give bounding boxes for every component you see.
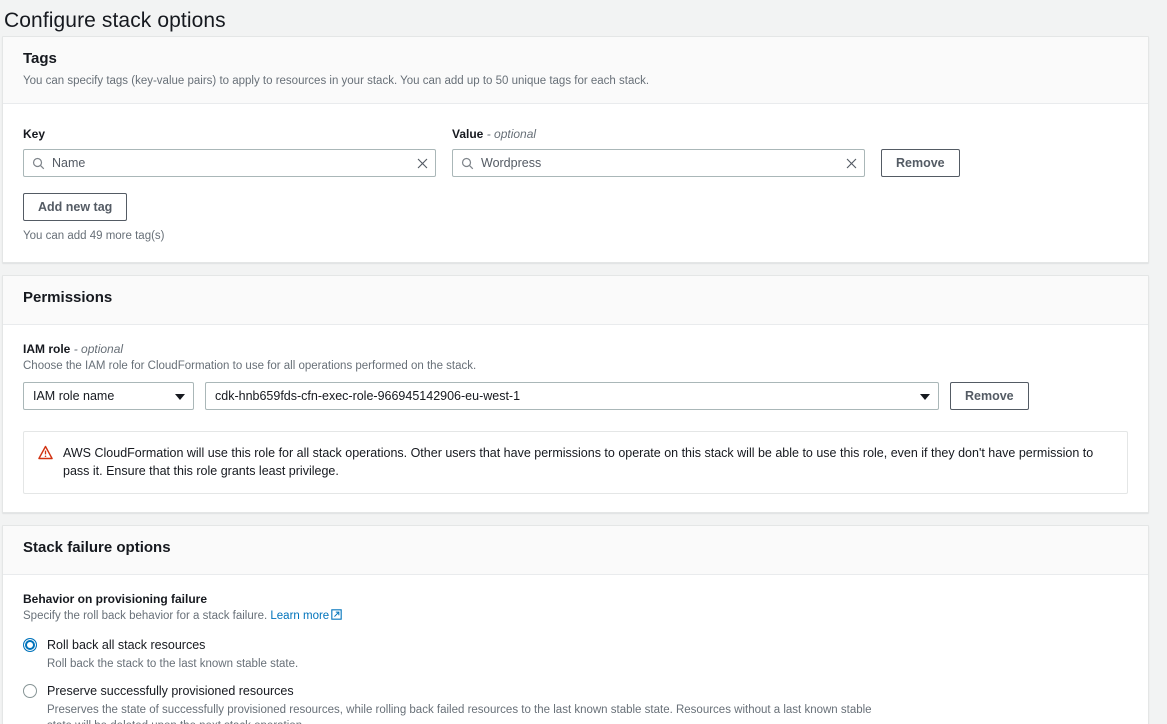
iam-role-optional: - optional bbox=[74, 342, 123, 356]
tags-title: Tags bbox=[23, 49, 1128, 69]
iam-role-warning-alert: AWS CloudFormation will use this role fo… bbox=[23, 431, 1128, 494]
stack-failure-options-panel: Stack failure options Behavior on provis… bbox=[2, 525, 1149, 724]
close-icon[interactable] bbox=[416, 157, 429, 170]
tag-value-optional: - optional bbox=[487, 127, 536, 141]
iam-role-remove-button[interactable]: Remove bbox=[950, 382, 1029, 410]
chevron-down-icon bbox=[920, 394, 930, 400]
behavior-description-text: Specify the roll back behavior for a sta… bbox=[23, 610, 267, 622]
tag-key-value: Name bbox=[52, 155, 410, 171]
iam-role-type-value: IAM role name bbox=[33, 389, 114, 403]
radio-option-preserve-resources[interactable]: Preserve successfully provisioned resour… bbox=[23, 683, 1128, 724]
tag-row: Key Name Val bbox=[23, 126, 1128, 177]
permissions-panel-body: IAM role - optional Choose the IAM role … bbox=[3, 325, 1148, 512]
iam-role-name-select[interactable]: cdk-hnb659fds-cfn-exec-role-966945142906… bbox=[205, 382, 939, 410]
radio-description: Roll back the stack to the last known st… bbox=[47, 656, 298, 672]
stack-failure-title: Stack failure options bbox=[23, 538, 1128, 558]
permissions-title: Permissions bbox=[23, 288, 1128, 308]
behavior-description: Specify the roll back behavior for a sta… bbox=[23, 608, 1128, 624]
tags-panel-header: Tags You can specify tags (key-value pai… bbox=[3, 37, 1148, 104]
tag-remove-wrap: Remove bbox=[881, 142, 960, 177]
radio-option-rollback-all-content: Roll back all stack resources Roll back … bbox=[47, 637, 298, 672]
iam-role-label-text: IAM role bbox=[23, 342, 70, 356]
warning-triangle-icon bbox=[38, 445, 53, 460]
tag-value-field: Value - optional Wordpress bbox=[452, 126, 865, 177]
tag-key-label: Key bbox=[23, 126, 436, 142]
search-icon bbox=[32, 157, 45, 170]
iam-role-type-select[interactable]: IAM role name bbox=[23, 382, 194, 410]
tags-remaining-hint: You can add 49 more tag(s) bbox=[23, 228, 1128, 244]
tag-key-field: Key Name bbox=[23, 126, 436, 177]
iam-role-warning-text: AWS CloudFormation will use this role fo… bbox=[63, 444, 1113, 480]
permissions-panel-header: Permissions bbox=[3, 276, 1148, 325]
configure-stack-options-page: Configure stack options Tags You can spe… bbox=[0, 0, 1167, 724]
iam-role-name-value: cdk-hnb659fds-cfn-exec-role-966945142906… bbox=[215, 389, 520, 403]
permissions-panel: Permissions IAM role - optional Choose t… bbox=[2, 275, 1149, 513]
tags-description: You can specify tags (key-value pairs) t… bbox=[23, 73, 1128, 89]
tag-value-label-text: Value bbox=[452, 127, 483, 141]
radio-label: Preserve successfully provisioned resour… bbox=[47, 683, 877, 700]
external-link-icon[interactable] bbox=[331, 609, 342, 620]
tags-panel: Tags You can specify tags (key-value pai… bbox=[2, 36, 1149, 263]
radio-button-unselected[interactable] bbox=[23, 684, 37, 698]
tag-value-input[interactable]: Wordpress bbox=[452, 149, 865, 177]
behavior-radio-group: Roll back all stack resources Roll back … bbox=[23, 637, 1128, 724]
radio-button-selected[interactable] bbox=[23, 638, 37, 652]
tag-value-label: Value - optional bbox=[452, 126, 865, 142]
radio-option-preserve-resources-content: Preserve successfully provisioned resour… bbox=[47, 683, 877, 724]
add-tag-wrap: Add new tag bbox=[23, 193, 1128, 221]
tag-remove-button[interactable]: Remove bbox=[881, 149, 960, 177]
iam-role-label: IAM role - optional bbox=[23, 341, 1128, 357]
tag-key-input[interactable]: Name bbox=[23, 149, 436, 177]
learn-more-link[interactable]: Learn more bbox=[270, 610, 329, 622]
tags-panel-body: Key Name Val bbox=[3, 104, 1148, 262]
radio-description: Preserves the state of successfully prov… bbox=[47, 702, 877, 724]
stack-failure-panel-header: Stack failure options bbox=[3, 526, 1148, 575]
tag-value-value: Wordpress bbox=[481, 155, 839, 171]
iam-role-description: Choose the IAM role for CloudFormation t… bbox=[23, 358, 1128, 374]
radio-label: Roll back all stack resources bbox=[47, 637, 298, 654]
chevron-down-icon bbox=[175, 394, 185, 400]
add-new-tag-button[interactable]: Add new tag bbox=[23, 193, 127, 221]
stack-failure-panel-body: Behavior on provisioning failure Specify… bbox=[3, 575, 1148, 724]
behavior-label: Behavior on provisioning failure bbox=[23, 591, 1128, 607]
search-icon bbox=[461, 157, 474, 170]
close-icon[interactable] bbox=[845, 157, 858, 170]
radio-option-rollback-all[interactable]: Roll back all stack resources Roll back … bbox=[23, 637, 1128, 672]
page-title: Configure stack options bbox=[0, 0, 1167, 36]
iam-role-row: IAM role name cdk-hnb659fds-cfn-exec-rol… bbox=[23, 382, 1128, 410]
